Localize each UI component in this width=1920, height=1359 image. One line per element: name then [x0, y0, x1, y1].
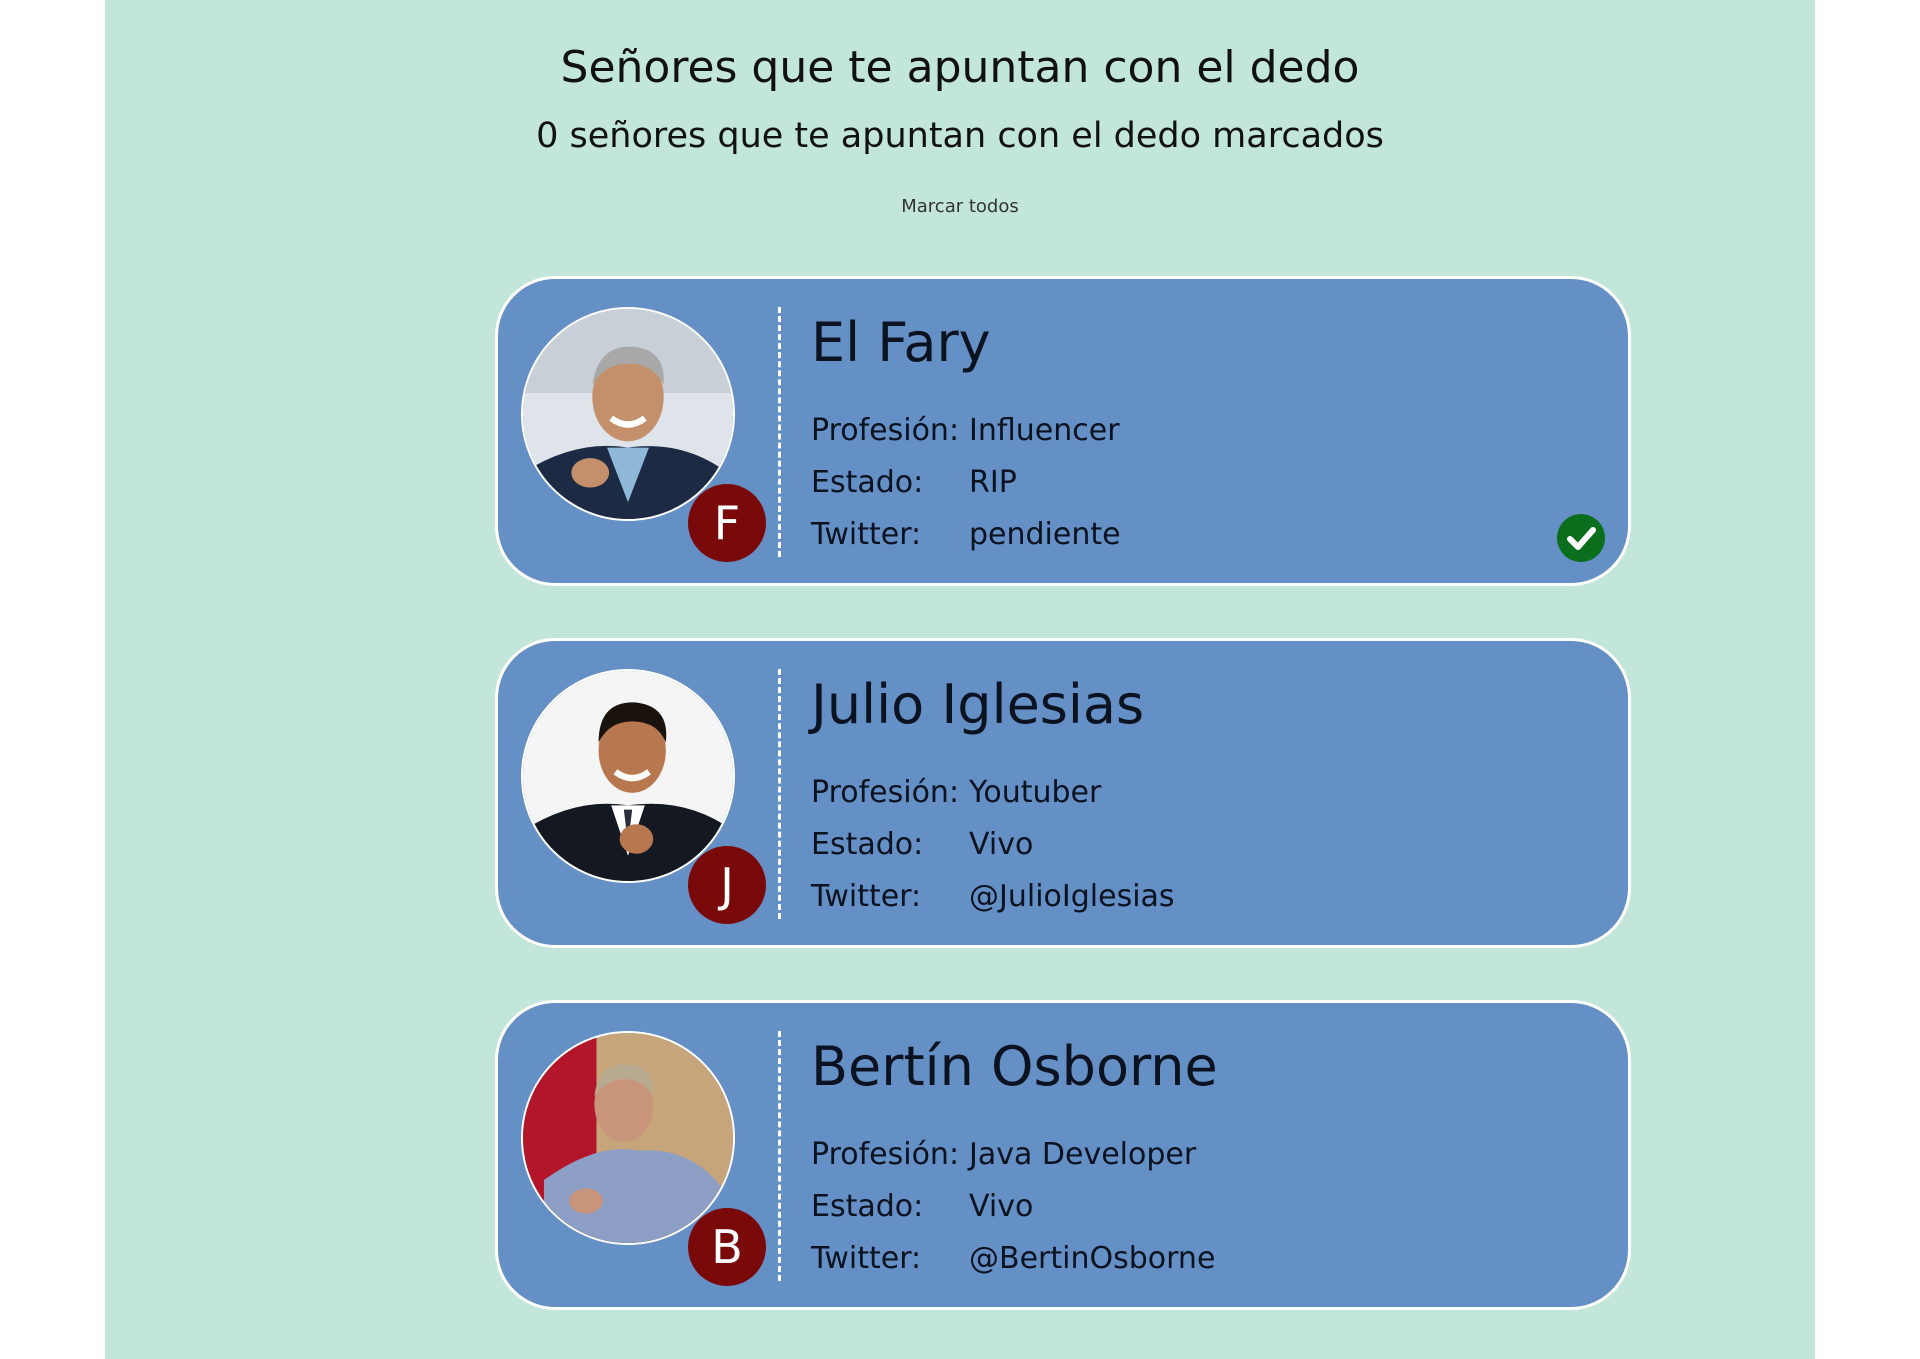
- page-title: Señores que te apuntan con el dedo: [560, 42, 1360, 93]
- initial-badge: F: [688, 484, 766, 562]
- avatar-image: [523, 671, 733, 881]
- status-row: Estado: Vivo: [811, 1180, 1215, 1232]
- status-label: Estado:: [811, 826, 924, 862]
- person-name: El Fary: [811, 311, 991, 374]
- mark-all-row: Marcar todos: [105, 196, 1815, 217]
- person-info: Profesión: Influencer Estado: RIP Twitte…: [811, 404, 1121, 560]
- status-row: Estado: Vivo: [811, 818, 1175, 870]
- avatar-photo: [521, 1031, 735, 1245]
- page-container: Señores que te apuntan con el dedo 0 señ…: [105, 0, 1815, 1359]
- twitter-row: Twitter: @BertinOsborne: [811, 1232, 1215, 1284]
- twitter-label: Twitter:: [811, 1240, 922, 1276]
- twitter-value: pendiente: [969, 516, 1121, 552]
- profession-label: Profesión:: [811, 1136, 960, 1172]
- profession-value: Java Developer: [969, 1136, 1197, 1172]
- card-divider: [778, 307, 781, 557]
- status-label: Estado:: [811, 1188, 924, 1224]
- profession-row: Profesión: Java Developer: [811, 1128, 1215, 1180]
- status-value: RIP: [969, 464, 1017, 500]
- person-name: Julio Iglesias: [811, 673, 1145, 736]
- twitter-value: @BertinOsborne: [969, 1240, 1216, 1276]
- avatar-photo: [521, 307, 735, 521]
- twitter-label: Twitter:: [811, 878, 922, 914]
- profession-label: Profesión:: [811, 774, 960, 810]
- twitter-row: Twitter: pendiente: [811, 508, 1121, 560]
- profession-row: Profesión: Influencer: [811, 404, 1121, 456]
- person-card[interactable]: J Julio Iglesias Profesión: Youtuber Est…: [495, 638, 1631, 948]
- person-info: Profesión: Youtuber Estado: Vivo Twitter…: [811, 766, 1175, 922]
- person-info: Profesión: Java Developer Estado: Vivo T…: [811, 1128, 1215, 1284]
- mark-all-link[interactable]: Marcar todos: [901, 196, 1019, 217]
- avatar-image: [523, 309, 733, 519]
- avatar-photo: [521, 669, 735, 883]
- check-circle-icon[interactable]: [1557, 514, 1605, 562]
- initial-badge: B: [688, 1208, 766, 1286]
- status-value: Vivo: [969, 1188, 1034, 1224]
- person-name: Bertín Osborne: [811, 1035, 1218, 1098]
- twitter-value: @JulioIglesias: [969, 878, 1175, 914]
- card-divider: [778, 1031, 781, 1281]
- status-label: Estado:: [811, 464, 924, 500]
- initial-badge: J: [688, 846, 766, 924]
- card-divider: [778, 669, 781, 919]
- twitter-row: Twitter: @JulioIglesias: [811, 870, 1175, 922]
- status-row: Estado: RIP: [811, 456, 1121, 508]
- profession-value: Influencer: [969, 412, 1120, 448]
- profession-row: Profesión: Youtuber: [811, 766, 1175, 818]
- twitter-label: Twitter:: [811, 516, 922, 552]
- profession-value: Youtuber: [969, 774, 1102, 810]
- person-card[interactable]: B Bertín Osborne Profesión: Java Develop…: [495, 1000, 1631, 1310]
- marked-count: 0 señores que te apuntan con el dedo mar…: [536, 116, 1384, 156]
- profession-label: Profesión:: [811, 412, 960, 448]
- person-card[interactable]: F El Fary Profesión: Influencer Estado: …: [495, 276, 1631, 586]
- avatar-image: [523, 1033, 733, 1243]
- status-value: Vivo: [969, 826, 1034, 862]
